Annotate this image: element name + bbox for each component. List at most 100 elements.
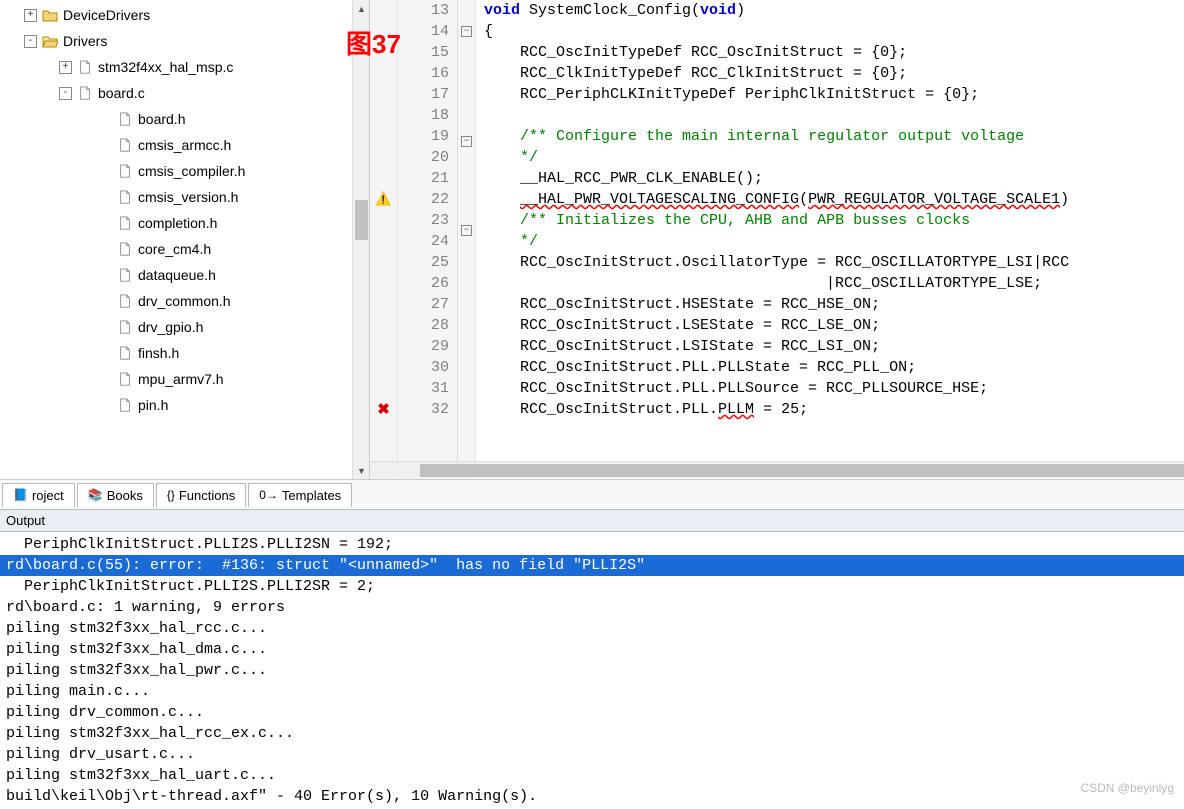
fold-toggle-icon[interactable]: − — [461, 136, 472, 147]
scroll-up-icon[interactable]: ▲ — [353, 0, 370, 17]
fold-toggle-icon[interactable]: − — [461, 26, 472, 37]
tree-item[interactable]: drv_gpio.h — [0, 314, 369, 340]
code-line[interactable]: __HAL_RCC_PWR_CLK_ENABLE(); — [484, 168, 1184, 189]
line-number: 18 — [398, 105, 449, 126]
bottom-tab[interactable]: {}Functions — [156, 483, 246, 507]
tree-item-label: pin.h — [138, 397, 168, 413]
output-line[interactable]: piling drv_usart.c... — [0, 744, 1184, 765]
folder-closed-icon — [41, 7, 59, 23]
line-number: 20 — [398, 147, 449, 168]
watermark: CSDN @beyinlyg — [1080, 781, 1174, 795]
build-output[interactable]: PeriphClkInitStruct.PLLI2S.PLLI2SN = 192… — [0, 532, 1184, 809]
tree-item[interactable]: drv_common.h — [0, 288, 369, 314]
warning-icon: ⚠️ — [375, 192, 391, 207]
code-line[interactable]: RCC_OscInitStruct.PLL.PLLM = 25; — [484, 399, 1184, 420]
tree-item-label: DeviceDrivers — [63, 7, 150, 23]
tree-item[interactable]: core_cm4.h — [0, 236, 369, 262]
editor-hscroll[interactable] — [370, 461, 1184, 478]
output-line[interactable]: piling stm32f3xx_hal_dma.c... — [0, 639, 1184, 660]
line-number-gutter: 1314151617181920212223242526272829303132 — [398, 0, 458, 479]
code-area[interactable]: void SystemClock_Config(void){ RCC_OscIn… — [476, 0, 1184, 479]
code-line[interactable]: */ — [484, 231, 1184, 252]
output-line[interactable]: rd\board.c(55): error: #136: struct "<un… — [0, 555, 1184, 576]
line-number: 24 — [398, 231, 449, 252]
tree-toggle-icon[interactable]: + — [24, 9, 37, 22]
tree-item[interactable]: cmsis_armcc.h — [0, 132, 369, 158]
folder-open-icon — [41, 33, 59, 49]
tree-item[interactable]: cmsis_compiler.h — [0, 158, 369, 184]
code-line[interactable]: |RCC_OSCILLATORTYPE_LSE; — [484, 273, 1184, 294]
tree-item[interactable]: pin.h — [0, 392, 369, 418]
tree-item[interactable]: + DeviceDrivers — [0, 2, 369, 28]
tree-item[interactable]: board.h — [0, 106, 369, 132]
scroll-down-icon[interactable]: ▼ — [353, 462, 370, 479]
output-line[interactable]: piling drv_common.c... — [0, 702, 1184, 723]
project-tree[interactable]: + DeviceDrivers -Drivers+stm32f4xx_hal_msp… — [0, 0, 370, 479]
tree-item[interactable]: completion.h — [0, 210, 369, 236]
file-icon — [116, 319, 134, 335]
main-split: + DeviceDrivers -Drivers+stm32f4xx_hal_msp… — [0, 0, 1184, 480]
output-line[interactable]: piling stm32f3xx_hal_rcc.c... — [0, 618, 1184, 639]
code-line[interactable]: /** Initializes the CPU, AHB and APB bus… — [484, 210, 1184, 231]
tree-item-label: completion.h — [138, 215, 217, 231]
code-line[interactable]: RCC_OscInitStruct.HSEState = RCC_HSE_ON; — [484, 294, 1184, 315]
line-number: 19 — [398, 126, 449, 147]
tree-scroll-thumb[interactable] — [355, 200, 368, 240]
code-line[interactable] — [484, 105, 1184, 126]
tab-label: roject — [32, 488, 64, 503]
output-line[interactable]: PeriphClkInitStruct.PLLI2S.PLLI2SR = 2; — [0, 576, 1184, 597]
code-line[interactable]: RCC_OscInitTypeDef RCC_OscInitStruct = {… — [484, 42, 1184, 63]
tree-item[interactable]: cmsis_version.h — [0, 184, 369, 210]
tree-item[interactable]: -Drivers — [0, 28, 369, 54]
tree-item[interactable]: +stm32f4xx_hal_msp.c — [0, 54, 369, 80]
tree-item-label: cmsis_version.h — [138, 189, 238, 205]
tab-icon: 📚 — [88, 488, 103, 502]
bottom-tab[interactable]: 0→ Templates — [248, 483, 352, 507]
output-line[interactable]: piling stm32f3xx_hal_uart.c... — [0, 765, 1184, 786]
code-line[interactable]: */ — [484, 147, 1184, 168]
fold-gutter[interactable]: − − − — [458, 0, 476, 479]
tree-item[interactable]: mpu_armv7.h — [0, 366, 369, 392]
code-line[interactable]: RCC_PeriphCLKInitTypeDef PeriphClkInitSt… — [484, 84, 1184, 105]
code-line[interactable]: { — [484, 21, 1184, 42]
tree-item-label: board.c — [98, 85, 145, 101]
tree-item-label: mpu_armv7.h — [138, 371, 224, 387]
code-line[interactable]: /** Configure the main internal regulato… — [484, 126, 1184, 147]
line-number: 15 — [398, 42, 449, 63]
code-line[interactable]: RCC_OscInitStruct.LSEState = RCC_LSE_ON; — [484, 315, 1184, 336]
tree-scrollbar[interactable]: ▲ ▼ — [352, 0, 369, 479]
fold-toggle-icon[interactable]: − — [461, 225, 472, 236]
line-number: 31 — [398, 378, 449, 399]
tree-item[interactable]: - board.c — [0, 80, 369, 106]
tab-icon: {} — [167, 488, 175, 502]
output-line[interactable]: PeriphClkInitStruct.PLLI2S.PLLI2SN = 192… — [0, 534, 1184, 555]
tree-toggle-icon[interactable]: - — [24, 35, 37, 48]
file-icon — [116, 397, 134, 413]
code-line[interactable]: RCC_OscInitStruct.PLL.PLLState = RCC_PLL… — [484, 357, 1184, 378]
tree-item[interactable]: dataqueue.h — [0, 262, 369, 288]
code-editor[interactable]: ⚠️✖ 131415161718192021222324252627282930… — [370, 0, 1184, 479]
line-number: 25 — [398, 252, 449, 273]
bottom-tab[interactable]: 📚Books — [77, 483, 154, 507]
code-line[interactable]: RCC_ClkInitTypeDef RCC_ClkInitStruct = {… — [484, 63, 1184, 84]
output-line[interactable]: build\keil\Obj\rt-thread.axf" - 40 Error… — [0, 786, 1184, 807]
tab-label: Templates — [282, 488, 341, 503]
tree-toggle-icon[interactable]: + — [59, 61, 72, 74]
line-number: 22 — [398, 189, 449, 210]
tree-item-label: finsh.h — [138, 345, 179, 361]
code-line[interactable]: void SystemClock_Config(void) — [484, 0, 1184, 21]
code-line[interactable]: RCC_OscInitStruct.PLL.PLLSource = RCC_PL… — [484, 378, 1184, 399]
editor-hscroll-thumb[interactable] — [420, 464, 1184, 477]
tab-icon: 0→ — [259, 488, 278, 502]
output-line[interactable]: piling stm32f3xx_hal_pwr.c... — [0, 660, 1184, 681]
tab-icon: 📘 — [13, 488, 28, 502]
code-line[interactable]: RCC_OscInitStruct.LSIState = RCC_LSI_ON; — [484, 336, 1184, 357]
code-line[interactable]: __HAL_PWR_VOLTAGESCALING_CONFIG(PWR_REGU… — [484, 189, 1184, 210]
output-line[interactable]: piling stm32f3xx_hal_rcc_ex.c... — [0, 723, 1184, 744]
tree-toggle-icon[interactable]: - — [59, 87, 72, 100]
tree-item[interactable]: finsh.h — [0, 340, 369, 366]
bottom-tab[interactable]: 📘 roject — [2, 483, 75, 507]
code-line[interactable]: RCC_OscInitStruct.OscillatorType = RCC_O… — [484, 252, 1184, 273]
output-line[interactable]: rd\board.c: 1 warning, 9 errors — [0, 597, 1184, 618]
output-line[interactable]: piling main.c... — [0, 681, 1184, 702]
